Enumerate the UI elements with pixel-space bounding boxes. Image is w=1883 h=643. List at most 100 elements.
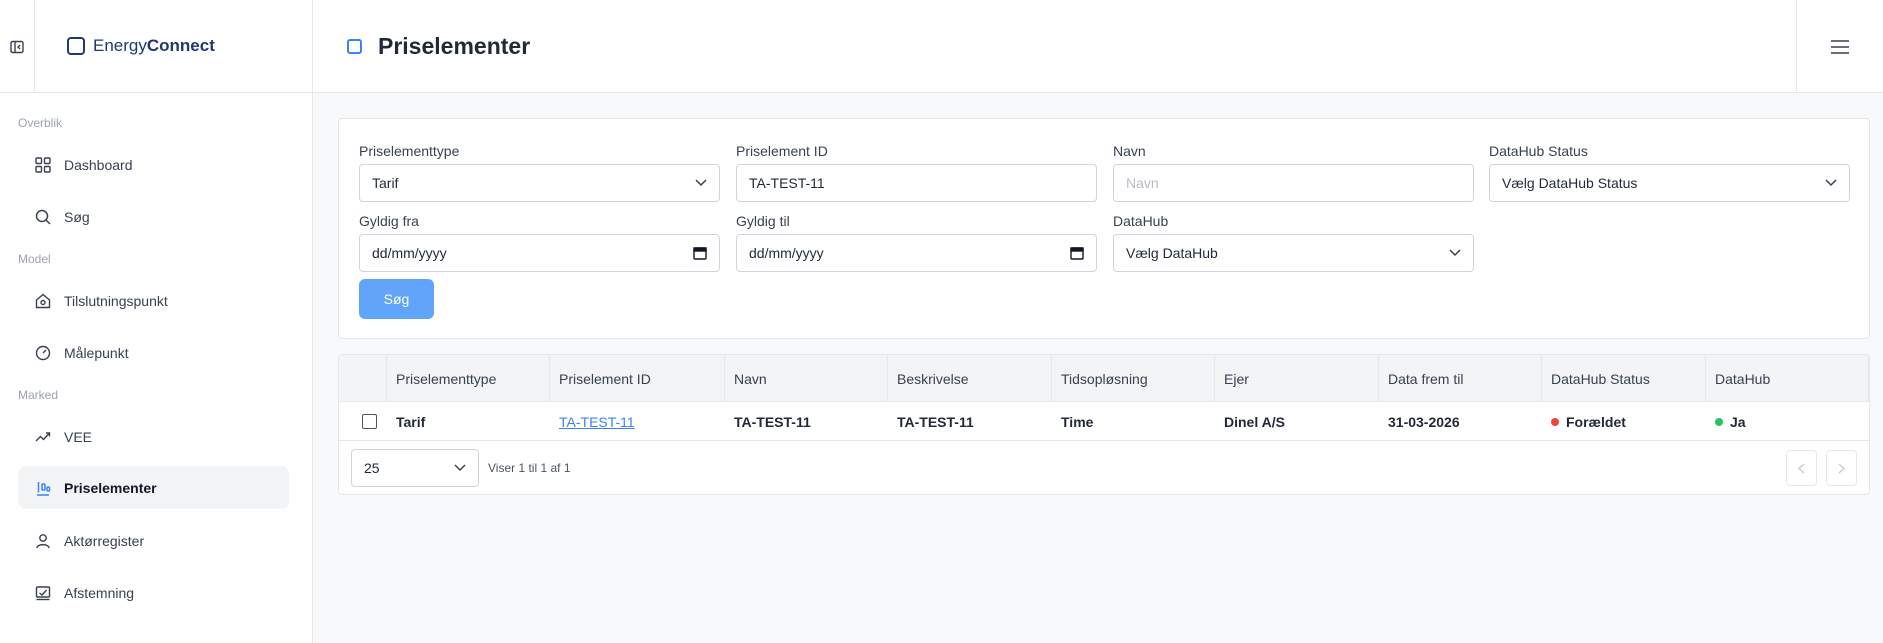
calendar-icon[interactable] [1070,246,1084,260]
row-select-cell [353,402,387,441]
price-element-link[interactable]: TA-TEST-11 [559,414,635,430]
datahub-status-select-value: Vælg DataHub Status [1502,175,1638,191]
sidebar-header: EnergyConnect [0,0,312,93]
section-overblik: Overblik [18,116,63,130]
page-title: Priselementer [378,33,531,59]
filter-datahub: DataHub Vælg DataHub [1113,213,1474,272]
sidebar-item-afstemning[interactable]: Afstemning [18,571,289,614]
status-dot-green [1715,417,1723,426]
valid-to-date-input[interactable]: dd/mm/yyyy [736,234,1097,272]
collapse-sidebar-button[interactable] [0,0,35,93]
valid-from-date-input[interactable]: dd/mm/yyyy [359,234,720,272]
sidebar-item-dashboard[interactable]: Dashboard [18,143,289,186]
sidebar-item-label: Målepunkt [64,344,129,361]
name-input-placeholder: Navn [1126,175,1159,191]
select-all-column [339,355,387,402]
chevron-down-icon [454,464,466,472]
datahub-select[interactable]: Vælg DataHub [1113,234,1474,272]
column-header-data-until[interactable]: Data frem til [1379,355,1542,402]
house-icon [35,293,51,308]
filter-valid-to-label: Gyldig til [736,213,790,229]
chevron-right-icon [1838,462,1845,474]
brand-logo[interactable]: EnergyConnect [67,36,215,56]
sidebar-item-label: VEE [64,428,93,445]
status-text: Forældet [1566,413,1626,430]
chevron-down-icon [695,179,707,187]
cell-owner: Dinel A/S [1224,413,1285,430]
cell-id: TA-TEST-11 [550,402,635,441]
pagination-info: Viser 1 til 1 af 1 [488,461,571,475]
column-header-datahub[interactable]: DataHub [1706,355,1869,402]
column-header-resolution[interactable]: Tidsopløsning [1052,355,1215,402]
type-select[interactable]: Tarif [359,164,720,202]
next-page-button[interactable] [1826,450,1857,486]
cell-name: TA-TEST-11 [734,413,811,430]
column-header-description[interactable]: Beskrivelse [888,355,1052,402]
filter-id-label: Priselement ID [736,143,828,159]
cell-description: TA-TEST-11 [897,413,974,430]
chevron-down-icon [1449,249,1461,257]
sidebar: EnergyConnect Overblik Dashboard Søg Mod… [0,0,313,643]
sidebar-item-priselementer[interactable]: Priselementer [18,466,289,509]
valid-to-value: dd/mm/yyyy [749,245,824,261]
price-elements-icon [37,481,51,496]
column-header-name[interactable]: Navn [725,355,888,402]
search-icon [35,209,51,225]
sidebar-item-tilslutningspunkt[interactable]: Tilslutningspunkt [18,279,289,322]
section-model: Model [18,252,51,266]
status-dot-red [1551,417,1559,426]
cell-resolution: Time [1061,413,1094,430]
search-button[interactable]: Søg [359,279,434,319]
cell-type: Tarif [396,413,426,430]
filter-valid-from: Gyldig fra dd/mm/yyyy [359,213,720,272]
datahub-status-select[interactable]: Vælg DataHub Status [1489,164,1850,202]
cell-data-until: 31-03-2026 [1388,413,1460,430]
menu-button[interactable] [1796,0,1883,93]
column-header-type[interactable]: Priselementtype [387,355,550,402]
gauge-icon [35,345,51,360]
sidebar-item-label: Priselementer [64,479,157,496]
user-icon [36,533,50,548]
sidebar-item-aktoerregister[interactable]: Aktørregister [18,519,289,562]
sidebar-item-vee[interactable]: VEE [18,415,289,458]
datahub-select-value: Vælg DataHub [1126,245,1218,261]
brand-part2: Connect [146,36,215,55]
brand-part1: Energy [93,36,147,55]
cell-datahub-status: Forældet [1542,402,1626,441]
filter-id: Priselement ID TA-TEST-11 [736,143,1097,202]
prev-page-button[interactable] [1786,450,1817,486]
filter-panel: Priselementtype Tarif Priselement ID TA-… [338,118,1870,339]
sidebar-item-label: Dashboard [64,156,133,173]
cell-datahub: Ja [1706,402,1746,441]
chevron-left-icon [1798,462,1805,474]
table-row[interactable]: Tarif TA-TEST-11 TA-TEST-11 TA-TEST-11 T… [339,402,1869,441]
row-checkbox[interactable] [362,414,377,429]
page-heading: Priselementer [347,33,530,60]
name-input[interactable]: Navn [1113,164,1474,202]
sidebar-item-maalepunkt[interactable]: Målepunkt [18,331,289,374]
reconcile-icon [35,585,51,600]
trend-icon [35,431,51,441]
filter-datahub-label: DataHub [1113,213,1169,229]
type-select-value: Tarif [372,175,399,191]
filter-valid-from-label: Gyldig fra [359,213,419,229]
column-header-owner[interactable]: Ejer [1215,355,1379,402]
sidebar-item-search[interactable]: Søg [18,195,289,238]
logo-icon [67,37,85,55]
page-size-select[interactable]: 25 [351,449,479,487]
id-input[interactable]: TA-TEST-11 [736,164,1097,202]
calendar-icon[interactable] [693,246,707,260]
page-size-value: 25 [364,460,380,476]
column-header-id[interactable]: Priselement ID [550,355,725,402]
sidebar-collapse-icon [10,40,24,53]
sidebar-item-label: Tilslutningspunkt [64,292,168,309]
valid-from-value: dd/mm/yyyy [372,245,447,261]
sidebar-item-label: Afstemning [64,584,135,601]
top-bar: Priselementer [313,0,1883,93]
chevron-down-icon [1825,179,1837,187]
results-table: Priselementtype Priselement ID Navn Besk… [338,354,1870,495]
column-header-datahub-status[interactable]: DataHub Status [1542,355,1706,402]
filter-valid-to: Gyldig til dd/mm/yyyy [736,213,1097,272]
filter-datahub-status: DataHub Status Vælg DataHub Status [1489,143,1850,202]
sidebar-item-label: Søg [64,208,90,225]
